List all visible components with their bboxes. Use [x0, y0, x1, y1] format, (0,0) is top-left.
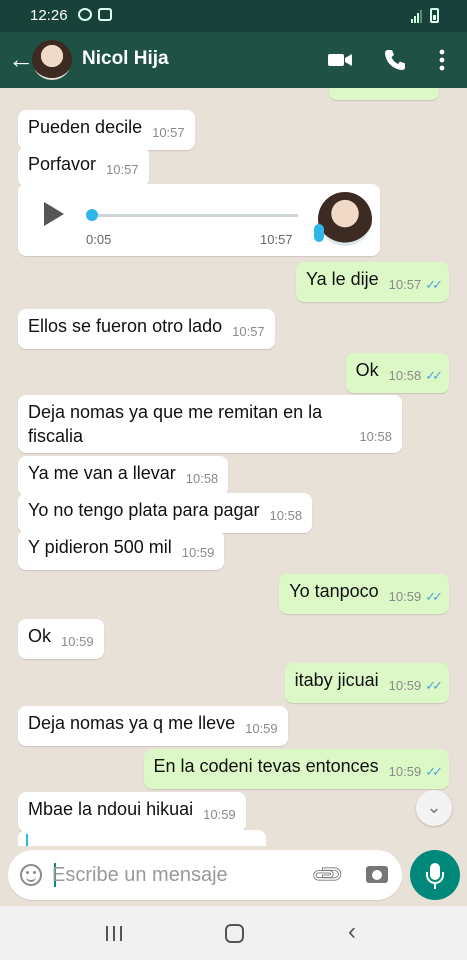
- message-text: Ya me van a llevar: [28, 463, 176, 483]
- message-text: Yo no tengo plata para pagar: [28, 500, 260, 520]
- back-arrow-icon[interactable]: ←: [8, 44, 34, 74]
- contact-avatar[interactable]: [32, 40, 72, 80]
- message-bubble[interactable]: Ok 10:58 ✓✓: [345, 353, 449, 393]
- attach-icon[interactable]: 📎︎: [309, 856, 347, 894]
- message-bubble[interactable]: Ya me van a llevar 10:58: [18, 456, 229, 496]
- message-time: 10:59: [245, 721, 278, 736]
- home-icon[interactable]: [225, 924, 244, 943]
- compose-bar: 📎︎: [0, 846, 467, 906]
- message-time: 10:59: [181, 545, 215, 560]
- chat-header: ← Nicol Hija: [0, 32, 467, 88]
- message-text: En la codeni tevas entonces: [153, 756, 379, 776]
- message-text: Y pidieron 500 mil: [28, 537, 172, 557]
- contact-name[interactable]: Nicol Hija: [82, 48, 169, 70]
- message-bubble[interactable]: Ok 10:59: [18, 619, 104, 659]
- double-check-icon: ✓✓: [425, 277, 443, 292]
- status-time: 12:26: [30, 7, 68, 24]
- message-time: 10:58: [185, 471, 219, 486]
- camera-icon[interactable]: [366, 866, 388, 883]
- message-bubble[interactable]: Deja nomas ya que me remitan en la fisca…: [18, 395, 402, 453]
- scroll-to-bottom-button[interactable]: ⌄: [416, 790, 452, 826]
- message-time: 10:59: [388, 764, 422, 779]
- message-time: 10:59: [61, 634, 94, 649]
- message-time: 10:59: [388, 678, 422, 693]
- message-time: 10:57: [106, 162, 139, 177]
- nav-back-icon[interactable]: ‹: [348, 918, 356, 946]
- message-text: Ya le dije: [305, 269, 379, 289]
- message-bubble[interactable]: Yo tanpoco 10:59 ✓✓: [279, 574, 449, 614]
- system-navigation-bar: ‹: [0, 906, 467, 960]
- message-text: Ellos se fueron otro lado: [28, 316, 223, 336]
- message-text: Porfavor: [28, 154, 97, 174]
- chat-area[interactable]: Pueden decile 10:57 Porfavor 10:57 0:05 10…: [0, 88, 467, 846]
- double-check-icon: ✓✓: [425, 678, 443, 693]
- sender-avatar: [318, 192, 372, 246]
- message-time: 10:57: [152, 125, 185, 140]
- message-time: 10:59: [388, 589, 422, 604]
- message-bubble[interactable]: itaby jicuai 10:59 ✓✓: [284, 663, 449, 703]
- message-bubble[interactable]: Ya le dije 10:57 ✓✓: [295, 262, 449, 302]
- video-call-icon[interactable]: [326, 46, 354, 74]
- message-bubble[interactable]: Mbae la ndoui hikuai 10:59: [18, 792, 246, 832]
- message-input-container[interactable]: 📎︎: [8, 850, 402, 900]
- status-bar: 12:26: [0, 0, 467, 32]
- message-text: itaby jicuai: [294, 670, 379, 690]
- voice-progress-handle[interactable]: [86, 209, 98, 221]
- message-text: Ok: [28, 626, 52, 646]
- voice-duration: 0:05: [86, 232, 112, 247]
- message-time: 10:59: [203, 807, 236, 822]
- recent-apps-icon[interactable]: [106, 926, 122, 941]
- emoji-icon[interactable]: [20, 864, 42, 886]
- partial-incoming-message: [18, 830, 266, 846]
- facebook-notification-icon: [78, 8, 92, 21]
- message-bubble[interactable]: En la codeni tevas entonces 10:59 ✓✓: [143, 749, 449, 789]
- message-text: Pueden decile: [28, 117, 143, 137]
- message-text: Ok: [355, 360, 379, 380]
- partial-outgoing-message: [329, 88, 439, 100]
- mic-icon: [314, 224, 324, 242]
- double-check-icon: ✓✓: [425, 764, 443, 779]
- voice-record-button[interactable]: [410, 850, 460, 900]
- message-text: Deja nomas ya q me lleve: [28, 713, 236, 733]
- message-time: 10:58: [388, 368, 422, 383]
- message-input[interactable]: [52, 862, 302, 888]
- signal-icon: [411, 10, 422, 23]
- message-notification-icon: [98, 8, 112, 21]
- voice-progress-track[interactable]: [90, 214, 298, 217]
- voice-message[interactable]: 0:05 10:57: [18, 184, 380, 256]
- message-time: 10:58: [269, 508, 303, 523]
- double-check-icon: ✓✓: [425, 368, 443, 383]
- message-bubble[interactable]: Y pidieron 500 mil 10:59: [18, 530, 225, 570]
- message-bubble[interactable]: Deja nomas ya q me lleve 10:59: [18, 706, 288, 746]
- message-bubble[interactable]: Pueden decile 10:57: [18, 110, 195, 150]
- battery-icon: [430, 8, 439, 23]
- message-bubble[interactable]: Ellos se fueron otro lado 10:57: [18, 309, 275, 349]
- double-check-icon: ✓✓: [425, 589, 443, 604]
- message-text: Yo tanpoco: [289, 581, 379, 601]
- message-time: 10:57: [232, 324, 265, 339]
- chevron-down-icon: ⌄: [426, 797, 442, 817]
- message-bubble[interactable]: Yo no tengo plata para pagar 10:58: [18, 493, 313, 533]
- more-vert-icon[interactable]: [428, 46, 456, 74]
- message-time: 10:57: [388, 277, 422, 292]
- message-text: Mbae la ndoui hikuai: [28, 799, 194, 819]
- message-bubble[interactable]: Porfavor 10:57: [18, 147, 149, 187]
- message-text: Deja nomas ya que me remitan en la fisca…: [28, 402, 323, 446]
- phone-icon[interactable]: [381, 46, 409, 74]
- message-time: 10:57: [260, 232, 293, 247]
- message-time: 10:58: [359, 429, 392, 444]
- play-icon[interactable]: [44, 202, 64, 226]
